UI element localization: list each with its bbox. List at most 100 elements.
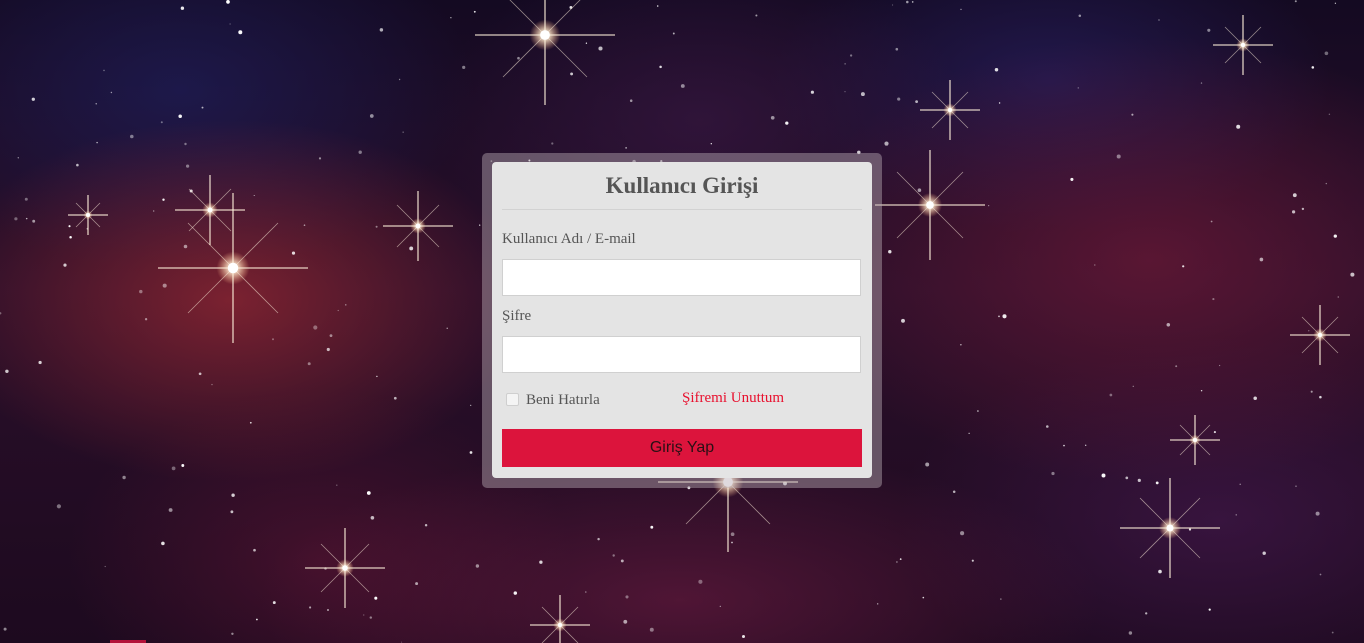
flare-star <box>1290 305 1350 365</box>
star <box>68 225 71 228</box>
star <box>424 524 428 527</box>
star <box>291 251 296 255</box>
page-title: Kullanıcı Girişi <box>605 173 759 198</box>
star <box>69 236 72 239</box>
flare-star <box>530 595 590 643</box>
star <box>1094 264 1096 266</box>
star <box>345 304 347 306</box>
star <box>1291 210 1296 214</box>
star <box>76 163 79 167</box>
username-label: Kullanıcı Adı / E-mail <box>502 231 636 247</box>
star <box>162 283 167 288</box>
star <box>1070 177 1074 181</box>
star <box>1000 598 1002 600</box>
star <box>612 554 615 557</box>
remember-me-checkbox[interactable] <box>506 393 519 406</box>
star <box>656 5 659 7</box>
star <box>998 102 1001 104</box>
star <box>95 103 97 105</box>
star <box>369 616 373 619</box>
username-field[interactable] <box>502 259 861 296</box>
star <box>103 69 105 72</box>
star <box>181 464 185 467</box>
star <box>731 541 733 544</box>
star <box>899 558 902 560</box>
star <box>1236 124 1241 129</box>
star <box>849 54 853 57</box>
flare-star <box>383 191 453 261</box>
star <box>517 56 520 60</box>
star <box>104 565 106 568</box>
star <box>401 641 403 643</box>
star <box>160 121 163 124</box>
star <box>450 17 452 19</box>
star <box>901 318 905 323</box>
star <box>5 369 9 374</box>
star <box>1046 425 1049 428</box>
star <box>1101 473 1106 478</box>
star <box>659 65 662 69</box>
star <box>1315 511 1320 516</box>
star <box>844 91 846 93</box>
star <box>1324 51 1329 56</box>
star <box>249 421 252 424</box>
star <box>229 23 231 25</box>
star <box>896 561 898 563</box>
star <box>230 510 234 514</box>
star <box>1213 431 1216 434</box>
star <box>1334 2 1337 4</box>
star <box>462 65 466 69</box>
star <box>56 504 61 509</box>
star <box>1333 234 1337 238</box>
star <box>785 121 789 125</box>
star <box>539 560 543 564</box>
star <box>911 1 914 3</box>
forgot-password-link[interactable]: Şifremi Unuttum <box>682 390 784 407</box>
star <box>1239 483 1241 486</box>
star <box>329 334 333 338</box>
star <box>629 99 633 102</box>
star <box>201 106 204 109</box>
star <box>952 490 956 494</box>
star <box>1158 19 1160 21</box>
login-button[interactable]: Giriş Yap <box>502 429 862 467</box>
star <box>623 619 628 624</box>
star <box>1188 528 1192 531</box>
star <box>1155 481 1159 485</box>
star <box>1137 478 1141 482</box>
star <box>625 147 627 149</box>
star <box>730 532 735 537</box>
password-field[interactable] <box>502 336 861 373</box>
star <box>256 618 258 621</box>
star <box>672 32 675 35</box>
star <box>1308 330 1310 332</box>
remember-me-label[interactable]: Beni Hatırla <box>526 392 600 409</box>
star <box>719 605 721 608</box>
star <box>892 4 894 6</box>
star <box>1131 113 1134 116</box>
star <box>363 614 365 616</box>
star <box>130 134 134 139</box>
star <box>1235 514 1237 516</box>
star <box>211 383 213 386</box>
star <box>1294 0 1297 3</box>
star <box>895 47 899 51</box>
star <box>810 90 814 94</box>
star <box>1319 395 1322 399</box>
star <box>1208 608 1211 611</box>
star <box>922 596 925 599</box>
star <box>906 0 909 4</box>
star <box>917 188 922 192</box>
star <box>1077 87 1080 89</box>
star <box>326 347 330 352</box>
star <box>473 10 476 13</box>
star <box>96 141 98 144</box>
star <box>585 591 587 593</box>
star <box>1200 82 1203 84</box>
star <box>625 595 629 599</box>
star <box>971 559 974 562</box>
star <box>1337 296 1339 298</box>
star <box>63 263 67 267</box>
star <box>409 246 414 251</box>
star <box>358 150 362 154</box>
